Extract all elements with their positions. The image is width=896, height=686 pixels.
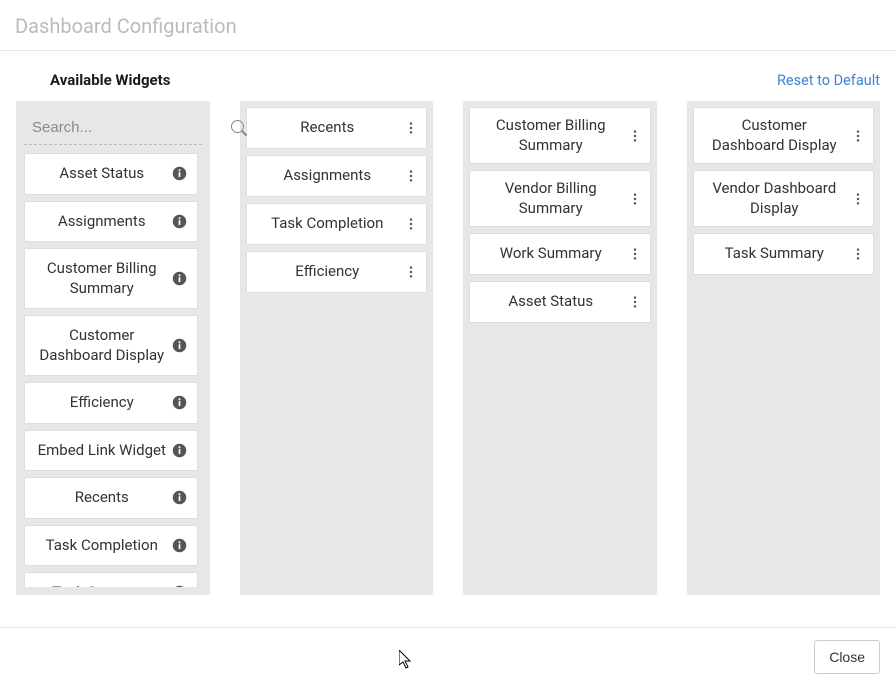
info-icon[interactable] [171, 490, 189, 505]
widget-label: Embed Link Widget [33, 439, 171, 463]
dashboard-widget-item[interactable]: Customer Billing Summary [469, 107, 651, 164]
dashboard-widget-item[interactable]: Task Completion [246, 203, 428, 245]
widget-label: Task Summary [33, 581, 171, 587]
info-icon[interactable] [171, 443, 189, 458]
more-vertical-icon[interactable] [626, 247, 644, 261]
widget-label: Task Completion [33, 534, 171, 558]
more-vertical-icon[interactable] [849, 247, 867, 261]
info-icon[interactable] [171, 538, 189, 553]
available-widget-item[interactable]: Embed Link Widget [24, 430, 198, 472]
widget-label: Customer Dashboard Display [700, 116, 850, 155]
widget-label: Efficiency [33, 391, 171, 415]
available-widgets-title: Available Widgets [50, 71, 170, 89]
dialog-title: Dashboard Configuration [15, 14, 881, 38]
widget-label: Customer Billing Summary [33, 257, 171, 300]
drop-panel[interactable]: Recents Assignments Task Completion Effi… [240, 101, 434, 595]
more-vertical-icon[interactable] [626, 129, 644, 143]
info-icon[interactable] [171, 585, 189, 587]
available-panel: Asset Status Assignments Customer Billin… [16, 101, 210, 595]
drop-column-1: Recents Assignments Task Completion Effi… [240, 101, 434, 595]
info-icon[interactable] [171, 271, 189, 286]
more-vertical-icon[interactable] [626, 192, 644, 206]
available-widget-item[interactable]: Task Summary [24, 572, 198, 587]
available-widget-item[interactable]: Asset Status [24, 153, 198, 195]
info-icon[interactable] [171, 166, 189, 181]
available-list-wrapper: Asset Status Assignments Customer Billin… [24, 153, 202, 587]
dashboard-widget-item[interactable]: Customer Dashboard Display [693, 107, 875, 164]
search-input[interactable] [32, 117, 231, 138]
dialog-footer: Close [0, 627, 896, 686]
columns-container: Asset Status Assignments Customer Billin… [16, 101, 880, 595]
more-vertical-icon[interactable] [402, 265, 420, 279]
drop-panel[interactable]: Customer Billing Summary Vendor Billing … [463, 101, 657, 595]
dashboard-widget-item[interactable]: Work Summary [469, 233, 651, 275]
dashboard-widget-item[interactable]: Task Summary [693, 233, 875, 275]
dashboard-widget-item[interactable]: Vendor Dashboard Display [693, 170, 875, 227]
widget-label: Asset Status [476, 292, 626, 312]
reset-to-default-link[interactable]: Reset to Default [777, 72, 880, 89]
available-widget-item[interactable]: Task Completion [24, 525, 198, 567]
widget-label: Assignments [33, 210, 171, 234]
available-widget-item[interactable]: Assignments [24, 201, 198, 243]
dashboard-widget-item[interactable]: Efficiency [246, 251, 428, 293]
drop-panel[interactable]: Customer Dashboard Display Vendor Dashbo… [687, 101, 881, 595]
available-widget-item[interactable]: Customer Billing Summary [24, 248, 198, 309]
drop-column-2: Customer Billing Summary Vendor Billing … [463, 101, 657, 595]
widget-label: Vendor Billing Summary [476, 179, 626, 218]
info-icon[interactable] [171, 338, 189, 353]
available-widget-item[interactable]: Customer Dashboard Display [24, 315, 198, 376]
more-vertical-icon[interactable] [626, 295, 644, 309]
widget-label: Vendor Dashboard Display [700, 179, 850, 218]
dashboard-widget-item[interactable]: Vendor Billing Summary [469, 170, 651, 227]
more-vertical-icon[interactable] [402, 217, 420, 231]
available-column: Asset Status Assignments Customer Billin… [16, 101, 210, 595]
available-widget-item[interactable]: Efficiency [24, 382, 198, 424]
dashboard-widget-item[interactable]: Recents [246, 107, 428, 149]
more-vertical-icon[interactable] [849, 192, 867, 206]
more-vertical-icon[interactable] [849, 129, 867, 143]
dialog-content: Available Widgets Reset to Default Asset… [0, 51, 896, 605]
widget-label: Recents [253, 118, 403, 138]
widget-label: Work Summary [476, 244, 626, 264]
widget-label: Customer Billing Summary [476, 116, 626, 155]
available-widget-item[interactable]: Recents [24, 477, 198, 519]
more-vertical-icon[interactable] [402, 121, 420, 135]
more-vertical-icon[interactable] [402, 169, 420, 183]
widget-label: Assignments [253, 166, 403, 186]
available-list[interactable]: Asset Status Assignments Customer Billin… [24, 153, 202, 587]
widget-label: Efficiency [253, 262, 403, 282]
close-button[interactable]: Close [814, 640, 880, 674]
info-icon[interactable] [171, 214, 189, 229]
dashboard-widget-item[interactable]: Assignments [246, 155, 428, 197]
widget-label: Recents [33, 486, 171, 510]
widget-label: Task Completion [253, 214, 403, 234]
dialog-header: Dashboard Configuration [0, 0, 896, 51]
info-icon[interactable] [171, 395, 189, 410]
top-row: Available Widgets Reset to Default [16, 71, 880, 89]
widget-label: Customer Dashboard Display [33, 324, 171, 367]
search-box [24, 109, 202, 145]
widget-label: Asset Status [33, 162, 171, 186]
search-icon[interactable] [231, 120, 247, 136]
drop-column-3: Customer Dashboard Display Vendor Dashbo… [687, 101, 881, 595]
dashboard-widget-item[interactable]: Asset Status [469, 281, 651, 323]
widget-label: Task Summary [700, 244, 850, 264]
